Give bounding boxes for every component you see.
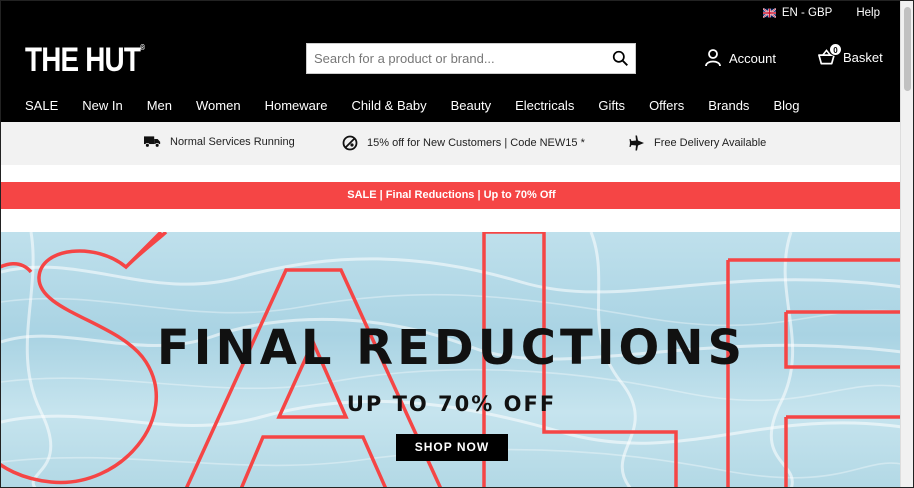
promo-banner[interactable]: SALE | Final Reductions | Up to 70% Off [1, 182, 902, 209]
search-bar [306, 43, 636, 74]
language-selector[interactable]: EN - GBP [762, 7, 833, 19]
nav-item-electricals[interactable]: Electricals [515, 98, 574, 113]
scrollbar[interactable] [900, 1, 913, 487]
basket-label: Basket [843, 49, 883, 65]
nav-item-blog[interactable]: Blog [773, 98, 799, 113]
logo-text: THE HUT [25, 41, 141, 79]
nav-item-homeware[interactable]: Homeware [265, 98, 328, 113]
truck-icon [144, 136, 161, 148]
usp-text-discount: 15% off for New Customers | Code NEW15 * [367, 137, 585, 149]
hero-subtitle: UP TO 70% OFF [346, 392, 557, 416]
shop-now-button[interactable]: SHOP NOW [396, 434, 508, 461]
usp-text-services: Normal Services Running [170, 135, 295, 148]
plane-icon [629, 135, 644, 151]
search-input[interactable] [307, 44, 605, 73]
nav-item-brands[interactable]: Brands [708, 98, 749, 113]
nav-item-sale[interactable]: SALE [25, 98, 58, 113]
account-label: Account [729, 50, 776, 66]
main-nav: SALE New In Men Women Homeware Child & B… [25, 98, 823, 113]
nav-item-child-baby[interactable]: Child & Baby [351, 98, 426, 113]
hero-banner[interactable]: FINAL REDUCTIONS UP TO 70% OFF SHOP NOW [1, 232, 902, 487]
scrollbar-thumb[interactable] [904, 7, 911, 91]
top-bar: EN - GBP Help [762, 7, 880, 19]
search-icon [612, 50, 628, 66]
usp-text-delivery: Free Delivery Available [654, 137, 767, 149]
usp-bar: Normal Services Running 15% off for New … [1, 122, 902, 165]
nav-item-women[interactable]: Women [196, 98, 241, 113]
basket-count: 0 [829, 43, 842, 56]
account-link[interactable]: Account [705, 49, 776, 67]
user-icon [705, 49, 721, 67]
nav-item-men[interactable]: Men [147, 98, 172, 113]
nav-item-new-in[interactable]: New In [82, 98, 122, 113]
site-header: EN - GBP Help THE HUT® Account [1, 1, 902, 122]
uk-flag-icon [762, 8, 776, 18]
nav-item-gifts[interactable]: Gifts [598, 98, 625, 113]
language-label: EN - GBP [781, 7, 833, 19]
usp-item-discount[interactable]: 15% off for New Customers | Code NEW15 * [342, 135, 585, 151]
discount-icon [342, 135, 358, 151]
nav-item-offers[interactable]: Offers [649, 98, 684, 113]
logo-mark: ® [140, 43, 145, 52]
nav-item-beauty[interactable]: Beauty [451, 98, 491, 113]
help-link[interactable]: Help [856, 7, 880, 19]
usp-item-delivery[interactable]: Free Delivery Available [629, 135, 766, 151]
basket-link[interactable]: 0 Basket [818, 43, 883, 65]
site-logo[interactable]: THE HUT® [25, 41, 145, 80]
search-button[interactable] [605, 44, 635, 74]
hero-title: FINAL REDUCTIONS [156, 320, 747, 376]
usp-item-services[interactable]: Normal Services Running [144, 135, 295, 148]
page: EN - GBP Help THE HUT® Account [0, 0, 914, 488]
